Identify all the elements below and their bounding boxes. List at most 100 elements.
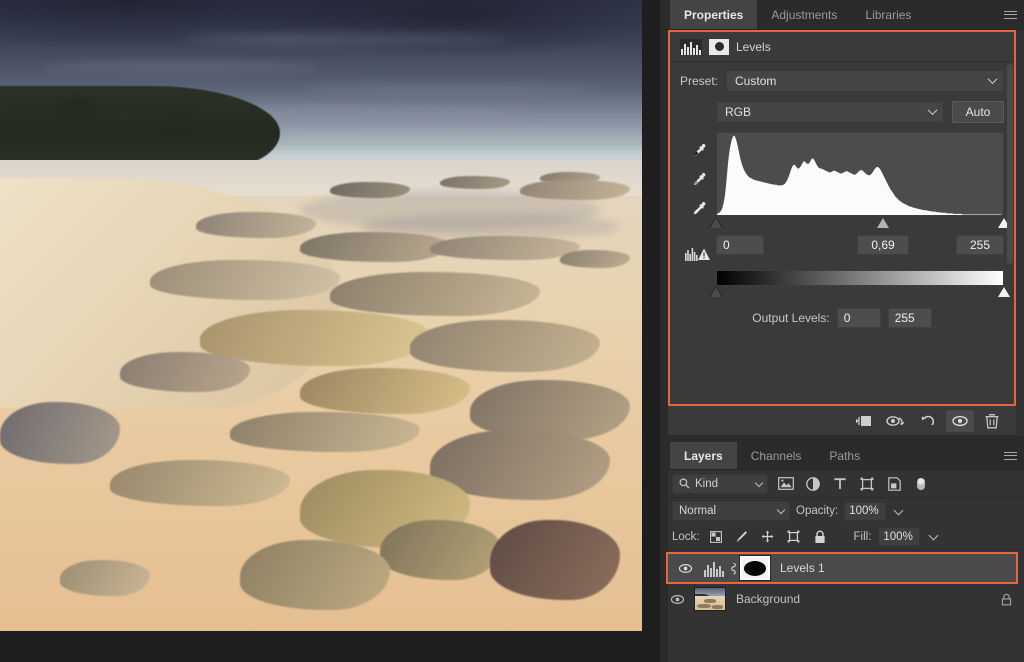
layer-list: Levels 1 (660, 550, 1024, 662)
tab-paths-label: Paths (829, 449, 860, 463)
right-dock: Properties Adjustments Libraries Levels (660, 0, 1024, 662)
lock-label: Lock: (672, 531, 700, 543)
layer-name-levels-1: Levels 1 (780, 561, 825, 575)
levels-histogram-icon (680, 39, 702, 55)
opacity-field[interactable]: 100% (844, 502, 886, 521)
fill-field[interactable]: 100% (878, 527, 920, 546)
reset-adjustment-icon[interactable] (914, 410, 942, 432)
fill-chevron-down-icon[interactable] (927, 527, 941, 546)
tab-layers-label: Layers (684, 449, 723, 463)
lock-position-icon[interactable] (759, 528, 777, 546)
opacity-label: Opacity: (796, 505, 838, 517)
chevron-down-icon (755, 478, 763, 486)
channel-row: RGB Auto (680, 101, 1004, 123)
blend-mode-value: Normal (679, 505, 716, 517)
page-title: Levels (736, 40, 771, 54)
tab-paths[interactable]: Paths (815, 442, 874, 469)
layer-row-levels-1[interactable]: Levels 1 (666, 552, 1018, 584)
input-highlight-field[interactable]: 255 (956, 235, 1004, 255)
tab-properties-label: Properties (684, 8, 743, 22)
layer-name-background: Background (736, 592, 800, 606)
output-levels-label: Output Levels: (752, 311, 829, 325)
filter-kind-select[interactable]: Kind (672, 474, 768, 494)
output-white-slider[interactable] (998, 287, 1010, 297)
tab-properties[interactable]: Properties (670, 0, 757, 29)
lock-row: Lock: (660, 524, 1024, 550)
tab-channels-label: Channels (751, 449, 802, 463)
tab-adjustments-label: Adjustments (771, 8, 837, 22)
hamburger-menu-icon (1004, 449, 1017, 462)
histogram-clipping-warning-icon[interactable] (685, 247, 711, 261)
preset-select[interactable]: Custom (726, 70, 1004, 92)
tab-libraries[interactable]: Libraries (851, 0, 925, 29)
lock-transparent-pixels-icon[interactable] (707, 528, 725, 546)
canvas-right-margin (642, 0, 660, 662)
background-photo-thumbnail[interactable] (694, 587, 726, 611)
output-black-field[interactable]: 0 (837, 308, 881, 328)
photo-trees (10, 78, 220, 128)
channel-value: RGB (725, 105, 751, 119)
photoshop-window: Properties Adjustments Libraries Levels (0, 0, 1024, 662)
layer-mask-icon (709, 39, 729, 55)
layer-mask-thumbnail[interactable] (740, 556, 770, 580)
filter-shape-layers-icon[interactable] (858, 475, 876, 493)
channel-select[interactable]: RGB (716, 101, 944, 123)
tab-channels[interactable]: Channels (737, 442, 816, 469)
layers-tab-bar: Layers Channels Paths (660, 442, 1024, 470)
output-levels-slider-track[interactable] (716, 286, 1004, 300)
set-black-point-eyedropper[interactable] (690, 142, 707, 159)
lock-image-pixels-icon[interactable] (733, 528, 751, 546)
filter-enable-toggle-icon[interactable] (912, 475, 930, 493)
auto-button-label: Auto (966, 105, 991, 119)
layer-row-background[interactable]: Background (660, 584, 1024, 614)
layer-visibility-toggle-levels-1[interactable] (668, 563, 702, 574)
properties-tab-bar: Properties Adjustments Libraries (660, 0, 1024, 30)
document-canvas-area[interactable] (0, 0, 660, 662)
layer-visibility-toggle-background[interactable] (660, 594, 694, 605)
layers-panel-menu-button[interactable] (996, 442, 1024, 469)
lock-all-icon[interactable] (811, 528, 829, 546)
tab-adjustments[interactable]: Adjustments (757, 0, 851, 29)
input-midtone-field[interactable]: 0,69 (857, 235, 909, 255)
document-image[interactable] (0, 0, 642, 631)
preset-value: Custom (735, 74, 776, 88)
preset-row: Preset: Custom (680, 70, 1004, 92)
properties-panel-menu-button[interactable] (996, 0, 1024, 29)
set-white-point-eyedropper[interactable] (690, 200, 707, 217)
input-shadow-field[interactable]: 0 (716, 235, 764, 255)
view-previous-state-icon[interactable] (882, 410, 910, 432)
set-gray-point-eyedropper[interactable] (690, 171, 707, 188)
properties-scrollbar[interactable] (1007, 64, 1013, 264)
layers-panel: Layers Channels Paths Ki (660, 442, 1024, 662)
tab-libraries-label: Libraries (865, 8, 911, 22)
opacity-chevron-down-icon[interactable] (892, 502, 906, 521)
clip-to-layer-icon[interactable] (850, 410, 878, 432)
output-white-field[interactable]: 255 (888, 308, 932, 328)
input-levels-slider-track[interactable] (716, 217, 1004, 231)
input-midtone-slider[interactable] (877, 218, 889, 228)
properties-footer-toolbar (668, 406, 1016, 436)
lock-artboard-nesting-icon[interactable] (785, 528, 803, 546)
filter-adjustment-layers-icon[interactable] (804, 475, 822, 493)
filter-smart-object-layers-icon[interactable] (885, 475, 903, 493)
delete-adjustment-layer-icon[interactable] (978, 410, 1006, 432)
filter-type-layers-icon[interactable] (831, 475, 849, 493)
levels-adjustment-thumbnail[interactable] (702, 559, 726, 577)
auto-button[interactable]: Auto (952, 101, 1004, 123)
search-icon (679, 478, 690, 489)
blend-mode-select[interactable]: Normal (672, 501, 790, 521)
eye-icon (677, 563, 694, 574)
input-shadow-slider[interactable] (710, 218, 722, 229)
chevron-down-icon (777, 506, 785, 514)
link-mask-icon[interactable] (726, 561, 740, 576)
canvas-bottom-margin (0, 631, 660, 662)
levels-histogram[interactable] (716, 132, 1004, 216)
filter-pixel-layers-icon[interactable] (777, 475, 795, 493)
tab-layers[interactable]: Layers (670, 442, 737, 469)
output-black-slider[interactable] (710, 287, 722, 298)
chevron-down-icon (988, 74, 998, 84)
toggle-layer-visibility-icon[interactable] (946, 410, 974, 432)
blend-mode-row: Normal Opacity: 100% (660, 498, 1024, 524)
eye-icon (669, 594, 686, 605)
output-levels-gradient-bar (716, 270, 1004, 286)
